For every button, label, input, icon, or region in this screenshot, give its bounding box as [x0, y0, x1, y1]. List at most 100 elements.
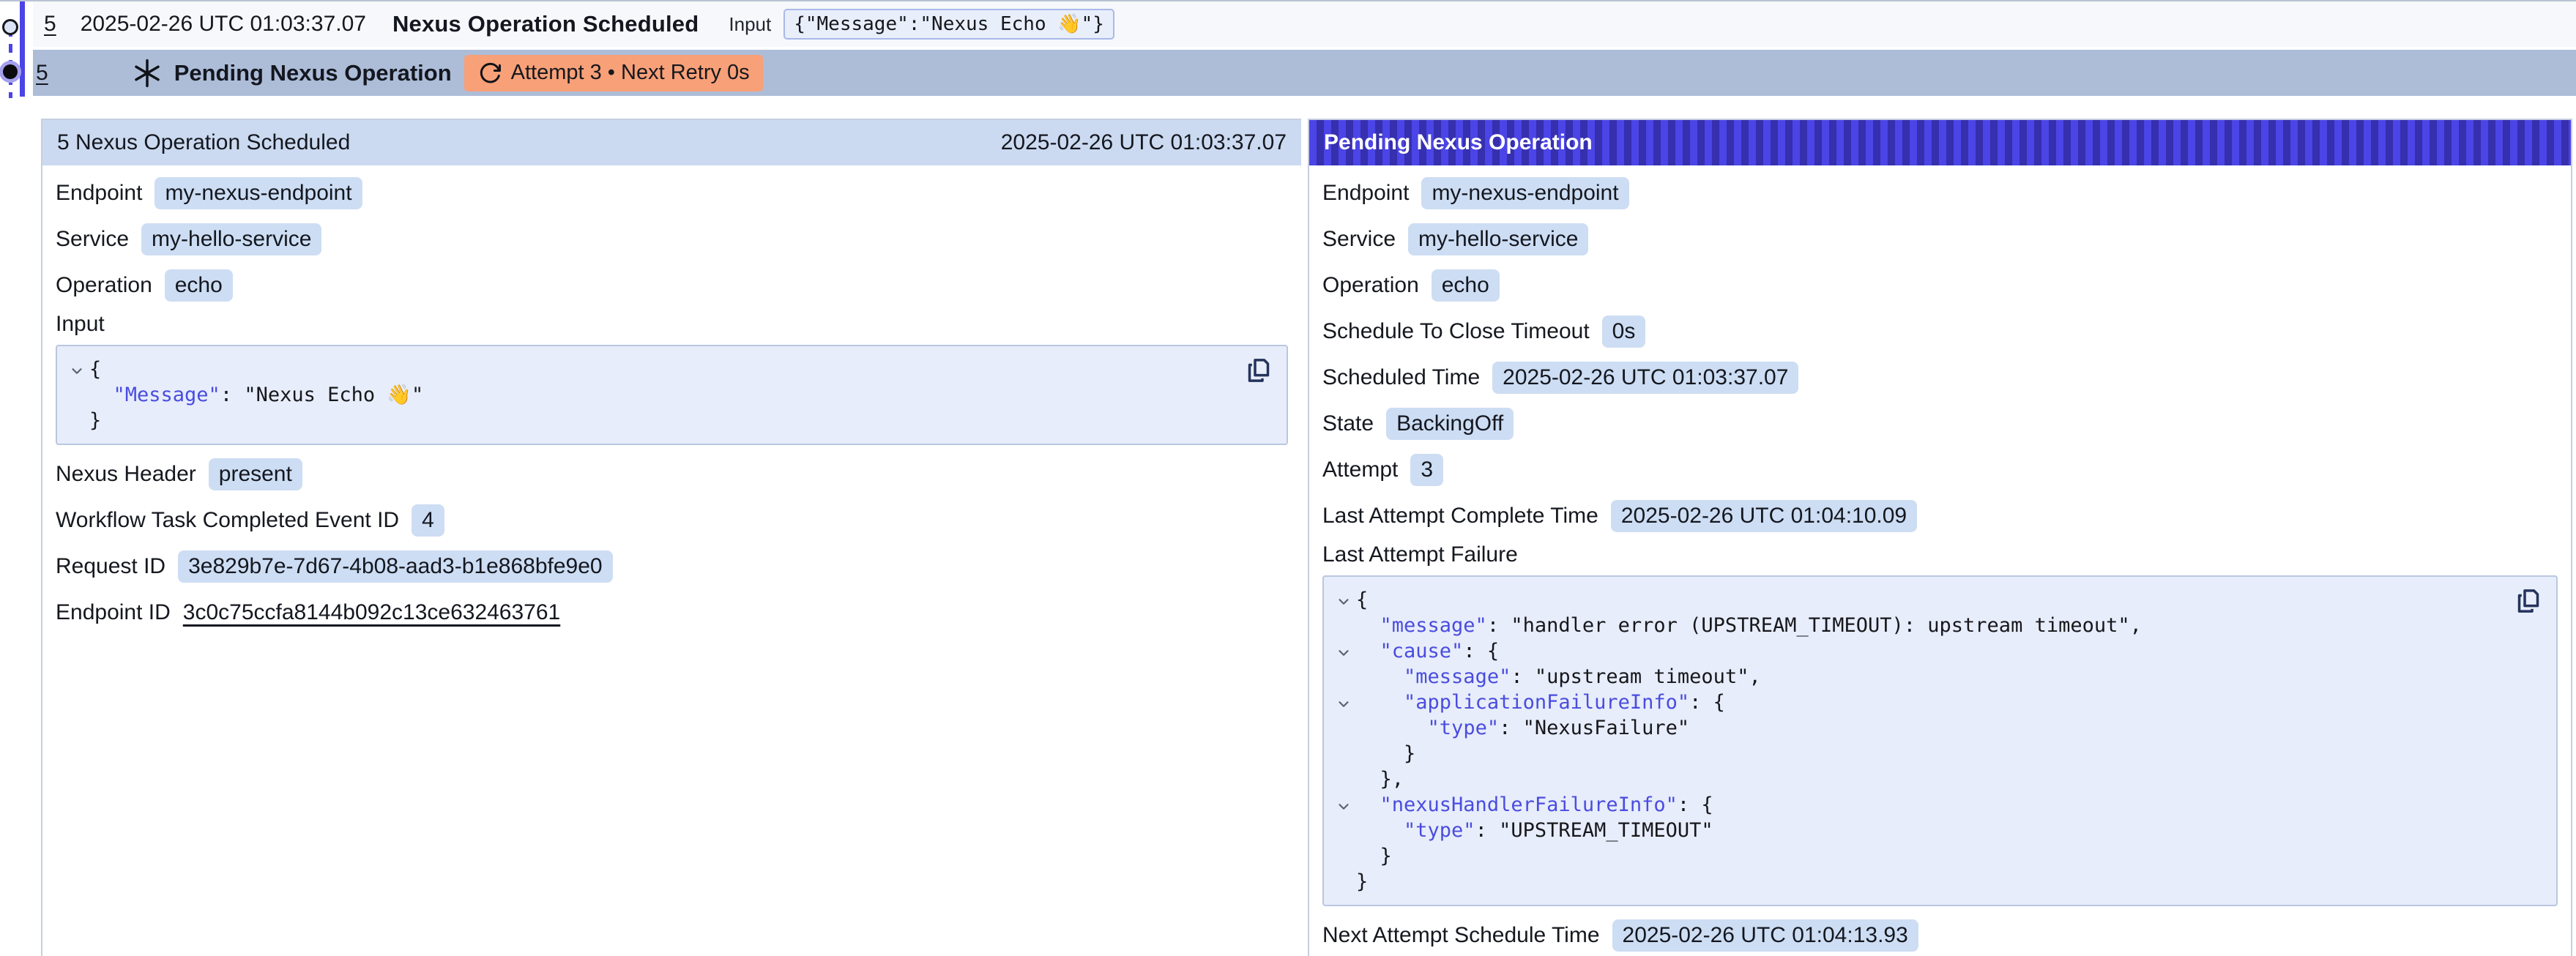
field-label: State	[1322, 411, 1374, 436]
field-value-badge: 0s	[1602, 315, 1646, 348]
timeline-current-dot-icon	[3, 64, 18, 79]
event-rows: 5 2025-02-26 UTC 01:03:37.07 Nexus Opera…	[33, 1, 2576, 96]
event-detail-panel: 5 Nexus Operation Scheduled 2025-02-26 U…	[41, 119, 1301, 956]
field-value-badge: 3	[1410, 454, 1443, 486]
code-text: }	[1356, 869, 1368, 895]
timeline-line	[20, 1, 25, 97]
copy-icon[interactable]	[2512, 586, 2545, 618]
field-label: Operation	[1322, 273, 1419, 298]
code-line: }	[1331, 843, 2505, 869]
field-row: Operation echo	[56, 262, 1288, 308]
field-label: Operation	[56, 273, 152, 298]
code-text: "message": "upstream timeout",	[1356, 664, 1761, 690]
code-gutter	[64, 408, 89, 433]
field-label: Workflow Task Completed Event ID	[56, 508, 399, 533]
field-row: Servicemy-hello-service	[1322, 216, 2558, 262]
field-label: Endpoint	[1322, 181, 1409, 206]
event-id-link[interactable]: 5	[36, 61, 48, 86]
pending-operation-fields: Next Attempt Schedule Time2025-02-26 UTC…	[1322, 912, 2558, 956]
field-value-badge: my-nexus-endpoint	[155, 177, 362, 209]
code-text: {	[89, 356, 101, 382]
event-detail-fields: Nexus Header present Workflow Task Complet…	[56, 451, 1288, 635]
field-label: Nexus Header	[56, 462, 196, 487]
failure-json-viewer: { "message": "handler error (UPSTREAM_TI…	[1322, 575, 2558, 906]
code-gutter	[1331, 869, 1356, 895]
code-text: }	[89, 408, 101, 433]
code-text: }	[1356, 843, 1392, 869]
field-value-badge: my-hello-service	[141, 223, 321, 255]
collapse-chevron-icon[interactable]	[64, 356, 89, 382]
retry-icon	[477, 61, 502, 86]
pending-title: Pending Nexus Operation	[174, 60, 452, 86]
field-label: Attempt	[1322, 458, 1398, 482]
code-line: "cause": {	[1331, 638, 2505, 664]
field-row: Workflow Task Completed Event ID4	[56, 497, 1288, 543]
code-line: }	[64, 408, 1235, 433]
field-label: Service	[1322, 227, 1396, 252]
code-line: {	[64, 356, 1235, 382]
code-line: {	[1331, 587, 2505, 613]
input-preview-badge: {"Message":"Nexus Echo 👋"}	[783, 9, 1114, 40]
endpoint-id-link[interactable]: 3c0c75ccfa8144b092c13ce632463761	[183, 600, 560, 625]
attempt-badge-text: Attempt 3 • Next Retry 0s	[511, 61, 750, 85]
code-text: "type": "UPSTREAM_TIMEOUT"	[1356, 818, 1713, 843]
field-row: Operation echo	[1322, 262, 2558, 308]
field-label: Last Attempt Complete Time	[1322, 504, 1598, 529]
code-gutter	[1331, 843, 1356, 869]
event-detail-header: 5 Nexus Operation Scheduled 2025-02-26 U…	[42, 120, 1301, 165]
code-line: "message": "upstream timeout",	[1331, 664, 2505, 690]
pending-operation-header: Pending Nexus Operation	[1309, 120, 2571, 165]
timeline-dashed-line	[9, 28, 12, 98]
field-label: Endpoint	[56, 181, 142, 206]
code-text: "applicationFailureInfo": {	[1356, 690, 1725, 715]
code-gutter	[1331, 613, 1356, 638]
collapse-chevron-icon[interactable]	[1331, 638, 1356, 664]
failure-section-label: Last Attempt Failure	[1322, 539, 2558, 571]
field-value-badge: present	[209, 458, 302, 490]
copy-icon[interactable]	[1243, 355, 1275, 387]
field-value-badge: echo	[165, 269, 233, 302]
field-row: Schedule To Close Timeout0s	[1322, 308, 2558, 354]
code-line: },	[1331, 766, 2505, 792]
detail-panels: 5 Nexus Operation Scheduled 2025-02-26 U…	[0, 119, 2576, 956]
field-value-badge: echo	[1432, 269, 1500, 302]
pending-operation-panel: Pending Nexus Operation Endpointmy-nexus…	[1308, 119, 2572, 956]
code-line: "type": "UPSTREAM_TIMEOUT"	[1331, 818, 2505, 843]
field-row: Request ID3e829b7e-7d67-4b08-aad3-b1e868…	[56, 543, 1288, 589]
field-label: Next Attempt Schedule Time	[1322, 923, 1600, 948]
pending-operation-title: Pending Nexus Operation	[1324, 130, 1593, 155]
input-inline-label: Input	[729, 13, 771, 36]
event-row-pending-selected[interactable]: 5 Pending Nexus Operation Attempt 3 • Ne…	[33, 50, 2576, 96]
field-value-badge: 2025-02-26 UTC 01:03:37.07	[1492, 362, 1798, 394]
code-gutter	[1331, 741, 1356, 766]
code-line: "type": "NexusFailure"	[1331, 715, 2505, 741]
collapse-chevron-icon[interactable]	[1331, 690, 1356, 715]
field-row: Attempt 3	[1322, 447, 2558, 493]
timeline-open-circle-icon	[2, 19, 18, 35]
code-gutter	[1331, 715, 1356, 741]
field-label: Service	[56, 227, 129, 252]
code-gutter	[1331, 664, 1356, 690]
code-text: {	[1356, 587, 1368, 613]
code-line: }	[1331, 741, 2505, 766]
code-line: }	[1331, 869, 2505, 895]
event-detail-fields: Endpoint my-nexus-endpoint Service my-hello…	[56, 170, 1288, 308]
field-row: Service my-hello-service	[56, 216, 1288, 262]
field-row: Nexus Header present	[56, 451, 1288, 497]
field-row: Scheduled Time2025-02-26 UTC 01:03:37.07	[1322, 354, 2558, 400]
attempt-retry-badge: Attempt 3 • Next Retry 0s	[464, 55, 763, 92]
event-id-link[interactable]: 5	[44, 12, 56, 37]
code-text: "type": "NexusFailure"	[1356, 715, 1689, 741]
field-value-badge: BackingOff	[1386, 408, 1514, 440]
collapse-chevron-icon[interactable]	[1331, 792, 1356, 818]
code-text: "Message": "Nexus Echo 👋"	[89, 382, 423, 408]
code-text: "cause": {	[1356, 638, 1499, 664]
event-detail-time: 2025-02-26 UTC 01:03:37.07	[1001, 130, 1287, 155]
code-line: "nexusHandlerFailureInfo": {	[1331, 792, 2505, 818]
code-text: },	[1356, 766, 1404, 792]
field-value-badge: 3e829b7e-7d67-4b08-aad3-b1e868bfe9e0	[178, 550, 613, 583]
collapse-chevron-icon[interactable]	[1331, 587, 1356, 613]
code-text: "message": "handler error (UPSTREAM_TIME…	[1356, 613, 2142, 638]
event-row-scheduled[interactable]: 5 2025-02-26 UTC 01:03:37.07 Nexus Opera…	[33, 1, 2576, 47]
field-row: Endpointmy-nexus-endpoint	[1322, 170, 2558, 216]
